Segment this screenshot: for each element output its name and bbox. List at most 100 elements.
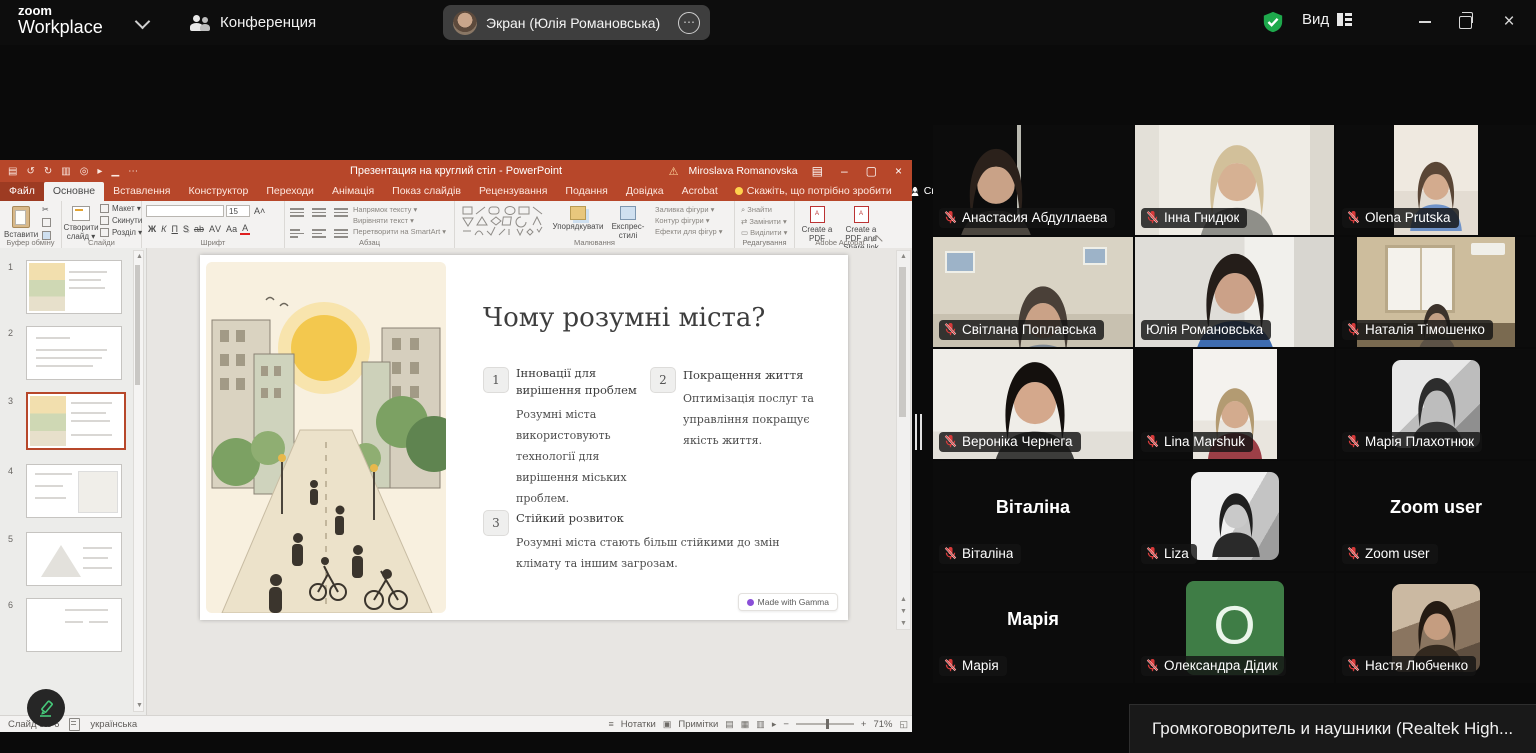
italic-button[interactable]: К: [159, 224, 168, 234]
participant-tile-active-speaker[interactable]: Юлія Романовська: [1135, 237, 1334, 347]
paste-button[interactable]: Вставити: [4, 203, 38, 239]
restore-button[interactable]: [1448, 8, 1482, 36]
slide-sorter-icon[interactable]: ▦: [741, 719, 750, 730]
print-preview-icon[interactable]: ▥: [61, 166, 70, 177]
tab-animations[interactable]: Анімація: [323, 182, 383, 201]
shape-effects-button[interactable]: Ефекти для фігур ▾: [655, 227, 723, 236]
save-icon[interactable]: ▤: [8, 166, 17, 177]
zoom-slider[interactable]: [796, 723, 854, 725]
ppt-restore-icon[interactable]: ▢: [862, 164, 881, 178]
section-button[interactable]: Розділ ▾: [100, 228, 142, 237]
tab-transitions[interactable]: Переходи: [257, 182, 323, 201]
copy-button[interactable]: [42, 218, 51, 227]
new-slide-button[interactable]: Створити слайд ▾: [64, 203, 98, 241]
quick-access-toolbar[interactable]: ▤ ↺ ↻ ▥ ◎ ▸ ▁ ⋯: [8, 166, 138, 177]
participant-tile[interactable]: Zoom user Zoom user: [1336, 461, 1536, 571]
slide-canvas[interactable]: Чому розумні міста? 1 Інновації для вирі…: [200, 255, 848, 620]
slide-thumbnail-selected[interactable]: [26, 392, 126, 450]
notes-toggle[interactable]: Нотатки: [621, 719, 656, 730]
annotate-button[interactable]: [27, 689, 65, 727]
thumbnail-scrollbar[interactable]: ▲▼: [133, 250, 144, 712]
participant-tile[interactable]: Марія Плахотнюк: [1336, 349, 1536, 459]
tab-review[interactable]: Рецензування: [470, 182, 556, 201]
tab-view[interactable]: Подання: [556, 182, 616, 201]
close-button[interactable]: ×: [1492, 8, 1526, 36]
tab-acrobat[interactable]: Acrobat: [673, 182, 727, 201]
participant-tile[interactable]: Настя Любченко: [1336, 573, 1536, 683]
collapse-ribbon-icon[interactable]: [872, 235, 882, 245]
undo-icon[interactable]: ↺: [26, 166, 34, 177]
tell-me-box[interactable]: Скажіть, що потрібно зробити: [727, 182, 900, 201]
participant-tile[interactable]: Світлана Поплавська: [933, 237, 1133, 347]
participant-tile[interactable]: Наталія Тімошенко: [1336, 237, 1536, 347]
layout-button[interactable]: Макет ▾: [100, 204, 142, 213]
grow-font-button[interactable]: А˄: [252, 206, 267, 216]
slide-thumbnail[interactable]: [26, 464, 122, 518]
ppt-minimize-icon[interactable]: –: [837, 164, 852, 178]
select-button[interactable]: ▭ Виділити ▾: [741, 228, 787, 237]
text-direction-button[interactable]: Напрямок тексту ▾: [353, 205, 446, 214]
arrange-button[interactable]: Упорядкувати: [553, 203, 603, 231]
slide-thumbnail-panel[interactable]: 1 2 3 4 5 6 ▲▼: [0, 248, 147, 715]
font-name-combo[interactable]: [146, 205, 224, 217]
align-text-button[interactable]: Вирівняти текст ▾: [353, 216, 446, 225]
zoom-percentage[interactable]: 71%: [873, 719, 892, 730]
slide-thumbnail[interactable]: [26, 532, 122, 586]
slide-thumbnail[interactable]: [26, 326, 122, 380]
tab-conference[interactable]: Конференция: [180, 0, 326, 45]
font-size-combo[interactable]: 15: [226, 205, 250, 217]
tab-file[interactable]: Файл: [0, 182, 44, 201]
quick-styles-button[interactable]: Експрес-стилі: [605, 203, 651, 240]
participant-tile[interactable]: Lina Marshuk: [1135, 349, 1334, 459]
slide-scrollbar[interactable]: ▲ ▲ ▼ ▼: [896, 250, 911, 630]
tab-slideshow[interactable]: Показ слайдів: [383, 182, 470, 201]
underline-button[interactable]: П: [169, 224, 179, 234]
normal-view-icon[interactable]: ▤: [725, 719, 734, 730]
tab-home[interactable]: Основне: [44, 182, 104, 201]
tab-help[interactable]: Довідка: [617, 182, 673, 201]
participant-tile[interactable]: Анастасия Абдуллаева: [933, 125, 1133, 235]
chevron-down-icon[interactable]: [135, 14, 151, 30]
participant-tile[interactable]: O Олександра Дідик: [1135, 573, 1334, 683]
shape-outline-button[interactable]: Контур фігури ▾: [655, 216, 723, 225]
slide-thumbnail[interactable]: [26, 598, 122, 652]
change-case-button[interactable]: Аа: [224, 224, 239, 234]
char-spacing-button[interactable]: АV: [207, 224, 223, 234]
participant-tile[interactable]: Liza: [1135, 461, 1334, 571]
find-icon[interactable]: ◎: [80, 166, 89, 177]
replace-button[interactable]: ⇄ Замінити ▾: [741, 217, 787, 226]
shadow-button[interactable]: S: [181, 224, 191, 234]
more-options-icon[interactable]: ⋯: [678, 12, 700, 34]
reading-view-icon[interactable]: ▥: [756, 719, 765, 730]
indent-button[interactable]: [334, 206, 348, 219]
tab-design[interactable]: Конструктор: [179, 182, 257, 201]
view-button[interactable]: Вид: [1302, 11, 1352, 28]
spellcheck-icon[interactable]: [69, 718, 80, 731]
bullets-button[interactable]: [290, 206, 304, 219]
font-color-button[interactable]: А: [240, 223, 250, 235]
smartart-button[interactable]: Перетворити на SmartArt ▾: [353, 227, 446, 236]
ppt-close-icon[interactable]: ×: [891, 164, 906, 178]
participant-tile[interactable]: Марія Марія: [933, 573, 1133, 683]
participant-tile[interactable]: Olena Prutska: [1336, 125, 1536, 235]
account-name[interactable]: Miroslava Romanovska: [688, 165, 797, 177]
fit-slide-icon[interactable]: ◱: [899, 719, 908, 730]
participant-tile[interactable]: Вероніка Чернега: [933, 349, 1133, 459]
participant-tile[interactable]: Віталіна Віталіна: [933, 461, 1133, 571]
audio-device-banner[interactable]: Громкоговоритель и наушники (Realtek Hig…: [1129, 704, 1536, 753]
redo-icon[interactable]: ↻: [44, 166, 52, 177]
made-with-gamma-badge[interactable]: Made with Gamma: [738, 593, 838, 611]
shapes-gallery[interactable]: [461, 205, 545, 237]
slideshow-icon[interactable]: ▸: [97, 166, 102, 177]
underline-tool-icon[interactable]: ▁: [111, 166, 119, 177]
participant-tile[interactable]: Інна Гнидюк: [1135, 125, 1334, 235]
numbering-button[interactable]: [312, 206, 326, 219]
find-button[interactable]: ⌕ Знайти: [741, 205, 787, 215]
minimize-button[interactable]: [1408, 8, 1442, 36]
slide-thumbnail[interactable]: [26, 260, 122, 314]
bold-button[interactable]: Ж: [146, 224, 158, 234]
zoom-in-button[interactable]: +: [861, 719, 867, 730]
slideshow-view-icon[interactable]: ▸: [772, 719, 777, 730]
strikethrough-button[interactable]: ab: [192, 224, 206, 234]
qat-more-icon[interactable]: ⋯: [128, 166, 138, 177]
